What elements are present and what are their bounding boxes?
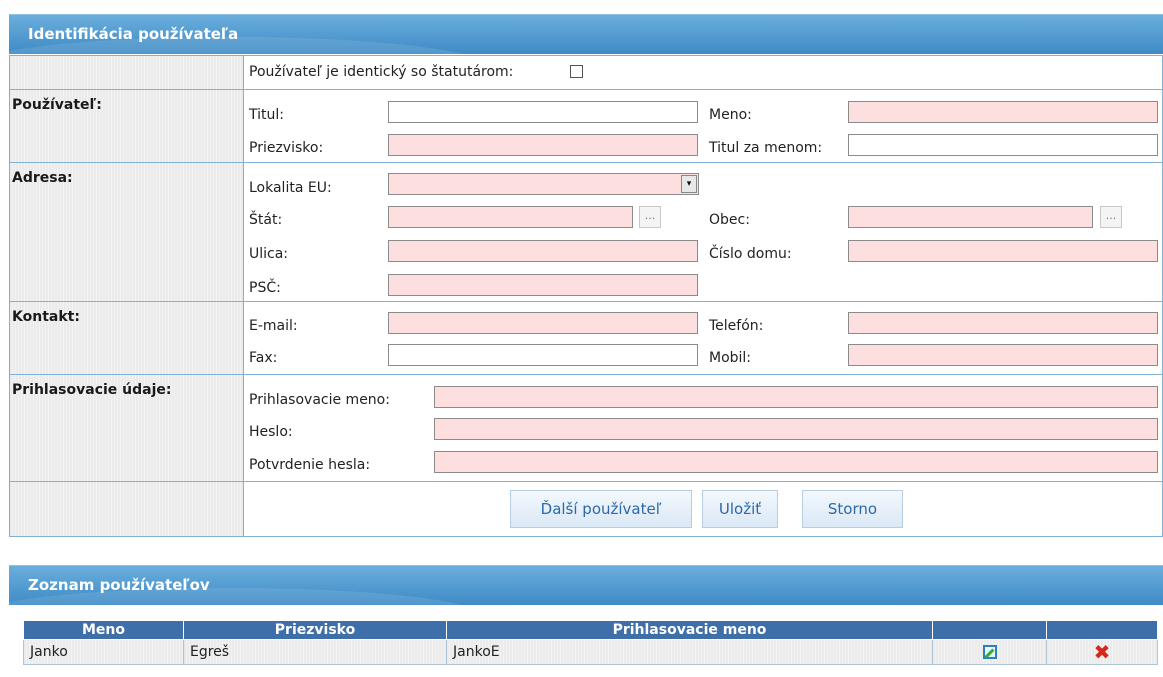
login-section: Prihlasovacie meno: Heslo: Potvrdenie he… <box>243 374 1163 482</box>
title-after-input[interactable] <box>848 134 1158 156</box>
email-input[interactable] <box>388 312 698 334</box>
user-section-label-cell: Používateľ: <box>9 89 244 163</box>
contact-section-label-cell: Kontakt: <box>9 301 244 375</box>
title-input[interactable] <box>388 101 698 123</box>
user-section: Titul: Meno: Priezvisko: Titul za menom: <box>243 89 1163 163</box>
cell-edit <box>932 639 1047 665</box>
column-first-name: Meno <box>23 620 184 640</box>
mobile-label: Mobil: <box>709 350 752 366</box>
contact-section: E-mail: Telefón: Fax: Mobil: <box>243 301 1163 375</box>
state-input[interactable] <box>388 206 633 228</box>
email-label: E-mail: <box>249 318 298 334</box>
confirm-password-label: Potvrdenie hesla: <box>249 457 371 473</box>
user-section-label: Používateľ: <box>12 97 102 113</box>
phone-input[interactable] <box>848 312 1158 334</box>
confirm-password-input[interactable] <box>434 451 1158 473</box>
user-list-table: Meno Priezvisko Prihlasovacie meno Janko… <box>23 620 1158 665</box>
actions-row: Ďalší používateľ Uložiť Storno <box>243 481 1163 537</box>
chevron-down-icon[interactable]: ▾ <box>681 175 697 193</box>
street-input[interactable] <box>388 240 698 262</box>
address-section-label-cell: Adresa: <box>9 162 244 302</box>
cell-first-name: Janko <box>23 639 184 665</box>
user-list-title: Zoznam používateľov <box>28 576 210 594</box>
column-delete <box>1046 620 1158 640</box>
mobile-input[interactable] <box>848 344 1158 366</box>
cancel-button[interactable]: Storno <box>802 490 903 528</box>
zip-input[interactable] <box>388 274 698 296</box>
edit-icon[interactable] <box>982 645 997 659</box>
form-label-cell <box>9 55 244 90</box>
house-number-label: Číslo domu: <box>709 246 792 262</box>
city-label: Obec: <box>709 212 750 228</box>
username-input[interactable] <box>434 386 1158 408</box>
fax-input[interactable] <box>388 344 698 366</box>
identification-title: Identifikácia používateľa <box>28 25 239 43</box>
cell-last-name: Egreš <box>183 639 447 665</box>
phone-label: Telefón: <box>709 318 764 334</box>
statutory-row: Používateľ je identický so štatutárom: <box>243 55 1163 90</box>
actions-label-cell <box>9 481 244 537</box>
house-number-input[interactable] <box>848 240 1158 262</box>
login-section-label-cell: Prihlasovacie údaje: <box>9 374 244 482</box>
contact-section-label: Kontakt: <box>12 309 80 325</box>
city-input[interactable] <box>848 206 1093 228</box>
title-after-label: Titul za menom: <box>709 140 823 156</box>
fax-label: Fax: <box>249 350 278 366</box>
user-list-header: Zoznam používateľov <box>9 565 1163 605</box>
table-row: Janko Egreš JankoE ✖ <box>23 639 1158 665</box>
address-section: Lokalita EU: ▾ Štát: ... Obec: ... Ulica… <box>243 162 1163 302</box>
first-name-label: Meno: <box>709 107 752 123</box>
title-label: Titul: <box>249 107 284 123</box>
password-input[interactable] <box>434 418 1158 440</box>
state-lookup-button[interactable]: ... <box>639 206 661 228</box>
delete-icon[interactable]: ✖ <box>1094 640 1111 664</box>
last-name-label: Priezvisko: <box>249 140 324 156</box>
login-section-label: Prihlasovacie údaje: <box>12 382 172 398</box>
column-last-name: Priezvisko <box>183 620 447 640</box>
password-label: Heslo: <box>249 424 293 440</box>
zip-label: PSČ: <box>249 280 281 296</box>
same-as-statutory-checkbox[interactable] <box>570 65 583 78</box>
same-as-statutory-label: Používateľ je identický so štatutárom: <box>249 64 514 80</box>
street-label: Ulica: <box>249 246 289 262</box>
next-user-button[interactable]: Ďalší používateľ <box>510 490 692 528</box>
cell-username: JankoE <box>446 639 933 665</box>
state-label: Štát: <box>249 212 283 228</box>
save-button[interactable]: Uložiť <box>702 490 778 528</box>
eu-locality-label: Lokalita EU: <box>249 180 332 196</box>
eu-locality-select[interactable]: ▾ <box>388 173 699 195</box>
user-form: Používateľ je identický so štatutárom: P… <box>9 55 1163 537</box>
column-username: Prihlasovacie meno <box>446 620 933 640</box>
first-name-input[interactable] <box>848 101 1158 123</box>
identification-header: Identifikácia používateľa <box>9 14 1163 54</box>
column-edit <box>932 620 1047 640</box>
city-lookup-button[interactable]: ... <box>1100 206 1122 228</box>
address-section-label: Adresa: <box>12 170 73 186</box>
username-label: Prihlasovacie meno: <box>249 392 390 408</box>
last-name-input[interactable] <box>388 134 698 156</box>
cell-delete: ✖ <box>1046 639 1158 665</box>
